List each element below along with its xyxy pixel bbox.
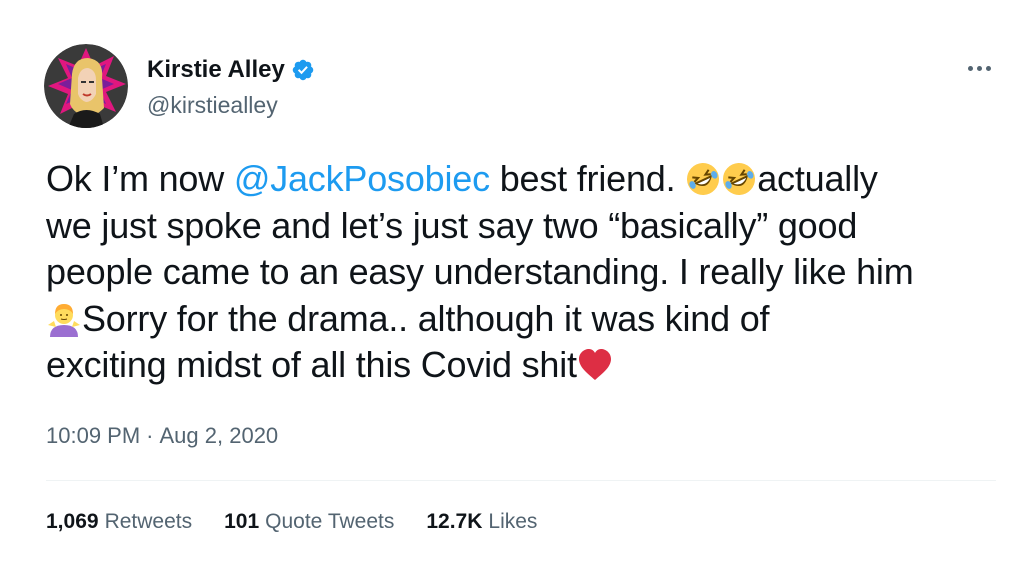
rolling-laughing-emoji-icon [685,161,721,197]
retweets-count: 1,069 [46,510,99,533]
tweet-text-segment: actually [757,158,878,199]
tweet-text-segment: Ok I’m now [46,158,234,199]
tweet-text-segment: exciting midst of all this Covid shit [46,344,577,385]
tweet-text: Ok I’m now @JackPosobiec best friend. ac… [46,156,1006,389]
author-name-row[interactable]: Kirstie Alley [147,56,315,84]
quote-tweets-label: Quote Tweets [265,510,395,533]
divider [46,480,996,481]
profile-avatar[interactable] [44,44,128,128]
tweet-timestamp: 10:09 PM · Aug 2, 2020 [46,423,278,449]
retweets-stat[interactable]: 1,069 Retweets [46,510,192,534]
tweet-stats: 1,069 Retweets 101 Quote Tweets 12.7K Li… [46,510,537,534]
author-display-name[interactable]: Kirstie Alley [147,56,285,84]
tweet-text-segment: Sorry for the drama.. although it was ki… [82,297,770,339]
retweets-label: Retweets [104,510,193,533]
tweet-line-4: Sorry for the drama.. although it was ki… [46,296,1006,343]
tweet-card: Kirstie Alley @kirstiealley Ok I’m now @… [0,0,1024,565]
tweet-line-5: exciting midst of all this Covid shit [46,342,1006,389]
timestamp-date-link[interactable]: Aug 2, 2020 [160,423,279,449]
tweet-line-2: we just spoke and let’s just say two “ba… [46,204,858,246]
timestamp-separator: · [146,423,154,448]
tweet-text-segment: best friend. [489,158,686,199]
quote-tweets-stat[interactable]: 101 Quote Tweets [224,510,394,534]
mention-link[interactable]: @JackPosobiec [234,158,490,199]
more-options-icon[interactable] [962,56,996,80]
likes-stat[interactable]: 12.7K Likes [426,510,537,534]
person-shrugging-emoji-icon [46,301,82,337]
quote-tweets-count: 101 [224,510,260,533]
likes-count: 12.7K [426,510,483,533]
timestamp-time-link[interactable]: 10:09 PM [46,423,140,449]
author-handle[interactable]: @kirstiealley [147,92,278,119]
rolling-laughing-emoji-icon [721,161,757,197]
tweet-line-3: people came to an easy understanding. I … [46,251,914,292]
tweet-line-1: Ok I’m now @JackPosobiec best friend. ac… [46,156,1006,203]
red-heart-emoji-icon [577,347,613,383]
likes-label: Likes [488,510,538,533]
verified-badge-icon [291,58,315,82]
